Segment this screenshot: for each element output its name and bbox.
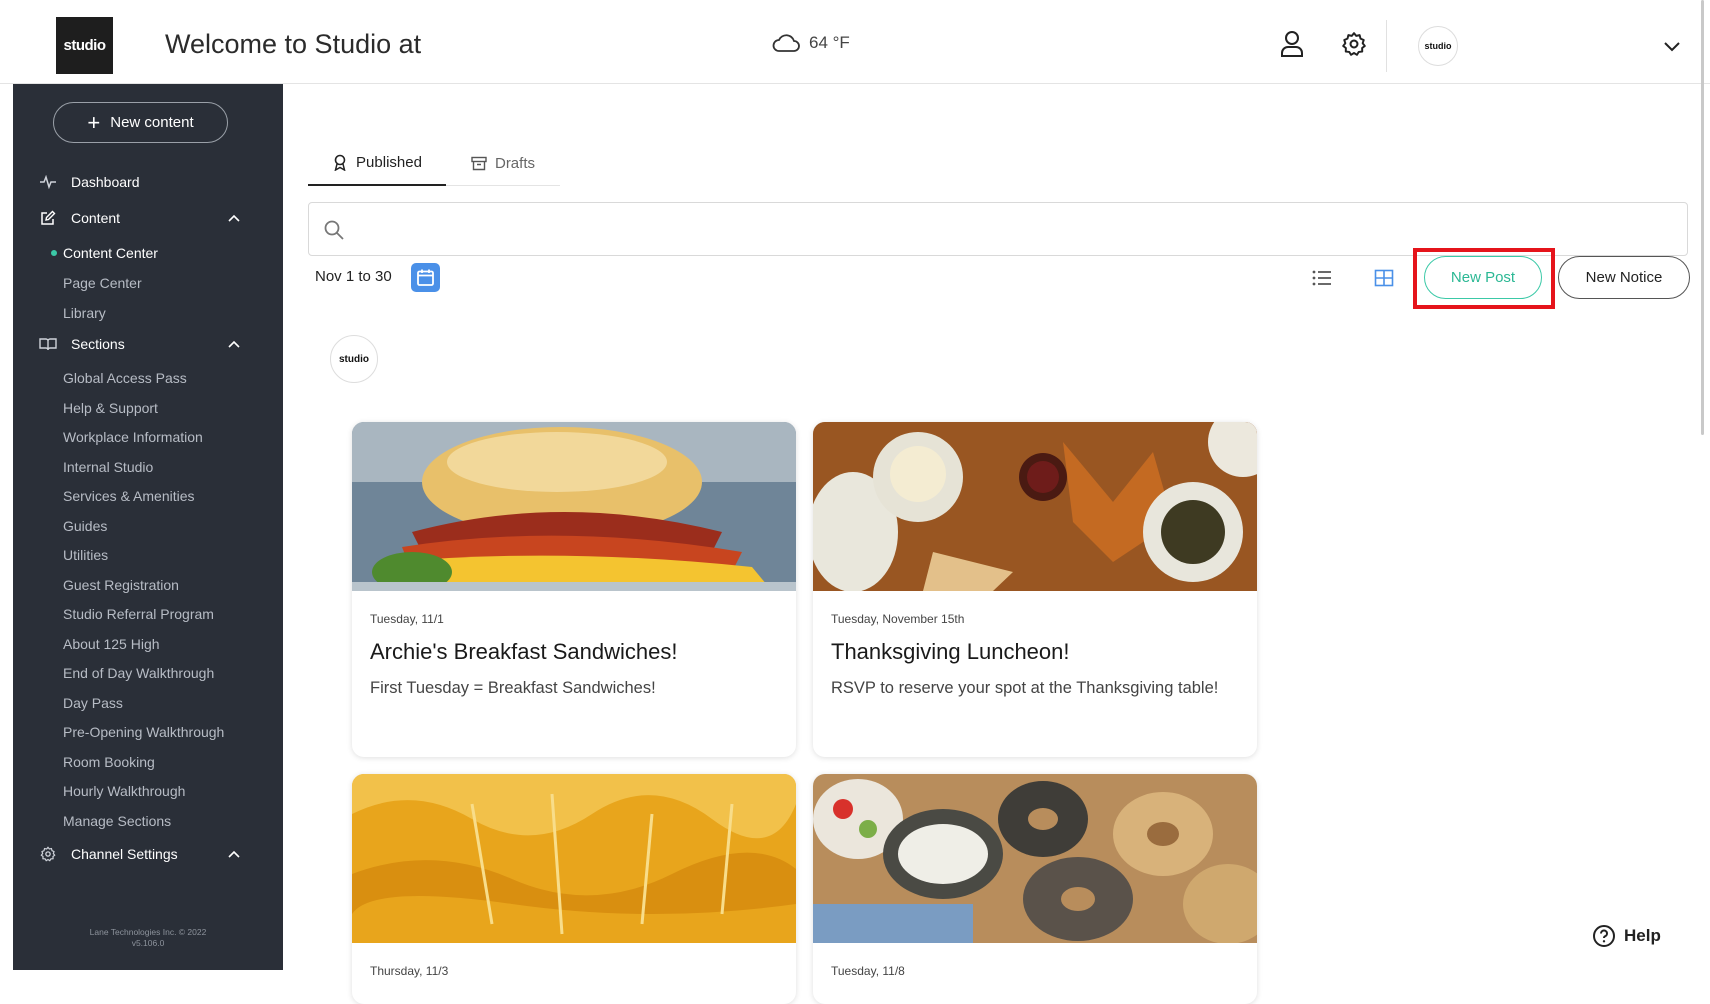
sidebar: + New content Dashboard Content Content … [13,84,283,970]
list-view-icon[interactable] [1311,267,1333,289]
page-scrollbar[interactable] [1701,0,1704,435]
new-notice-button[interactable]: New Notice [1558,256,1690,299]
account-avatar[interactable]: studio [1418,26,1458,66]
breakfast-sandwich-image [352,422,796,592]
temperature: 64 °F [809,33,850,52]
new-content-button[interactable]: + New content [53,102,228,143]
sidebar-item-content[interactable]: Content [13,208,283,228]
chevron-down-icon[interactable] [1660,34,1684,58]
sidebar-section-item[interactable]: Guides [13,517,283,535]
sidebar-section-item[interactable]: About 125 High [13,635,283,653]
cloud-icon [772,34,800,52]
thanksgiving-table-image [813,422,1257,592]
date-range-label: Nov 1 to 30 [315,268,392,285]
book-open-icon [39,335,57,353]
sidebar-item-dashboard[interactable]: Dashboard [13,172,283,192]
top-bar: studio Welcome to Studio at 64 °F studio [0,0,1710,435]
post-date: Tuesday, November 15th [831,612,965,626]
user-icon[interactable] [1278,30,1306,58]
sidebar-section-item[interactable]: Services & Amenities [13,487,283,505]
bagels-image [813,774,1257,944]
sidebar-section-item[interactable]: Room Booking [13,753,283,771]
new-post-button[interactable]: New Post [1424,256,1542,299]
sidebar-section-item[interactable]: Pre-Opening Walkthrough [13,723,283,741]
chevron-up-icon[interactable] [226,336,242,352]
version-footer: Lane Technologies Inc. © 2022 v5.106.0 [89,927,207,948]
sidebar-item-sections[interactable]: Sections [13,334,283,354]
edit-icon [39,209,57,227]
content-tabs: Published Drafts [308,140,560,186]
search-icon [324,220,344,240]
sidebar-section-item[interactable]: Guest Registration [13,576,283,594]
sidebar-item-library[interactable]: Library [13,304,283,322]
chevron-up-icon[interactable] [226,210,242,226]
tab-published[interactable]: Published [308,140,446,186]
active-indicator-dot [51,250,57,256]
chevron-up-icon[interactable] [226,846,242,862]
header-divider [1386,20,1387,72]
sidebar-section-item[interactable]: Utilities [13,546,283,564]
studio-logo[interactable]: studio [56,17,113,74]
calendar-icon [417,269,434,286]
sidebar-item-page-center[interactable]: Page Center [13,274,283,292]
search-bar [308,202,1688,256]
post-card[interactable]: Tuesday, November 15th Thanksgiving Lunc… [813,422,1257,757]
sidebar-section-item[interactable]: Workplace Information [13,428,283,446]
mac-and-cheese-image [352,774,796,943]
welcome-title: Welcome to Studio at [165,29,422,59]
post-date: Tuesday, 11/1 [370,612,444,626]
calendar-button[interactable] [411,263,440,292]
grid-view-icon[interactable] [1373,267,1395,289]
archive-box-icon [471,156,487,170]
post-date: Tuesday, 11/8 [831,964,905,978]
sidebar-item-content-center[interactable]: Content Center [13,244,283,262]
gear-icon [39,845,57,863]
sidebar-section-item[interactable]: Help & Support [13,399,283,417]
sidebar-item-channel-settings[interactable]: Channel Settings [13,844,283,864]
help-question-icon [1593,925,1615,947]
plus-icon: + [87,109,101,135]
tab-drafts[interactable]: Drafts [453,140,553,186]
channel-avatar[interactable]: studio [330,335,378,383]
sidebar-section-item[interactable]: Day Pass [13,694,283,712]
weather-widget: 64 °F [771,32,850,54]
post-description: RSVP to reserve your spot at the Thanksg… [831,679,1219,697]
post-card[interactable]: Tuesday, 11/1 Archie's Breakfast Sandwic… [352,422,796,757]
sidebar-section-item[interactable]: Global Access Pass [13,369,283,387]
sidebar-section-item[interactable]: Internal Studio [13,458,283,476]
post-description: First Tuesday = Breakfast Sandwiches! [370,679,656,697]
post-title: Thanksgiving Luncheon! [831,639,1070,664]
activity-pulse-icon [39,173,57,191]
sidebar-section-item[interactable]: Studio Referral Program [13,605,283,623]
post-title: Archie's Breakfast Sandwiches! [370,639,678,664]
sidebar-section-item[interactable]: End of Day Walkthrough [13,664,283,682]
settings-gear-icon[interactable] [1340,30,1368,58]
post-date: Thursday, 11/3 [370,964,449,978]
sidebar-section-item[interactable]: Manage Sections [13,812,283,830]
sidebar-section-item[interactable]: Hourly Walkthrough [13,782,283,800]
award-badge-icon [334,154,346,171]
search-input[interactable] [357,213,1657,245]
help-button[interactable]: Help [1592,924,1661,948]
